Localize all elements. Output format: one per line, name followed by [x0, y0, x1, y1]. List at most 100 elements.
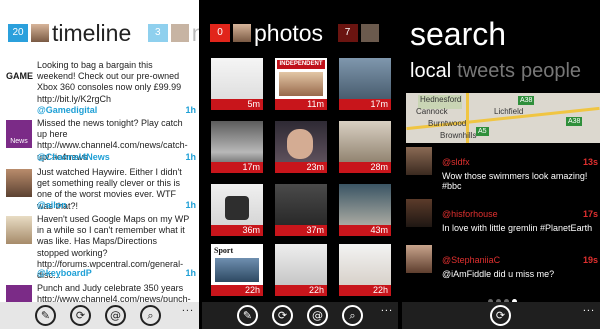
result-time: 17s — [582, 209, 598, 219]
photo-age: 17m — [211, 162, 263, 173]
photo-age: 22h — [275, 285, 327, 296]
local-map[interactable]: Hednesford Cannock Lichfield Burntwood B… — [406, 93, 600, 143]
timeline-header: 20 timeline 3 me — [8, 20, 199, 46]
photos-screen: 0 photos 7 5m INDEPENDENT 11m 17m 17m 23m… — [202, 0, 398, 329]
photo-tile[interactable]: 17m — [211, 121, 263, 173]
app-bar: ✎ ⟳ @ ⌕ ... — [0, 302, 199, 329]
result-user[interactable]: @sldfx — [442, 157, 470, 167]
result-time: 13s — [582, 157, 598, 167]
photo-tile[interactable]: 5m — [211, 58, 263, 110]
tweet-item[interactable]: Just watched Haywire. Either I didn't ge… — [6, 167, 198, 213]
result-user[interactable]: @StephaniiaC — [442, 255, 500, 265]
tweet-item[interactable]: Punch and Judy celebrate 350 years http:… — [6, 283, 198, 313]
me-count-badge: 3 — [147, 24, 168, 42]
road-badge: A5 — [476, 127, 489, 136]
photo-age: 22h — [339, 285, 391, 296]
photo-age: 5m — [211, 99, 263, 110]
tweet-user[interactable]: @keyboardP — [37, 268, 92, 278]
search-button[interactable]: ⌕ — [140, 305, 161, 326]
photo-age: 43m — [339, 225, 391, 236]
more-button[interactable]: ... — [583, 303, 595, 314]
result-text: In love with little gremlin #PlanetEarth — [442, 223, 593, 233]
tweet-time: 1h — [185, 268, 196, 278]
search-title: search — [410, 16, 507, 52]
tweet-item[interactable]: GAME Looking to bag a bargain this weeke… — [6, 60, 198, 115]
photo-age: 23m — [275, 162, 327, 173]
tweet-user[interactable]: @Gamedigital — [37, 105, 97, 115]
photo-tile[interactable]: 22h — [275, 244, 327, 296]
thumb-logo — [225, 196, 249, 220]
tweet-time: 1h — [185, 200, 196, 210]
ailon-avatar — [6, 169, 32, 197]
app-bar: ✎ ⟳ @ ⌕ ... — [202, 302, 398, 329]
channel4-news-avatar: News — [6, 120, 32, 148]
tweet-item[interactable]: News Missed the news tonight? Play catch… — [6, 118, 198, 166]
timeline-count-badge: 20 — [8, 24, 28, 42]
compose-button[interactable]: ✎ — [237, 305, 258, 326]
tweet-text: Looking to bag a bargain this weekend! C… — [37, 60, 182, 104]
photos-header: 0 photos 7 — [210, 20, 382, 46]
timeline-screen: 20 timeline 3 me GAME Looking to bag a bar… — [0, 0, 199, 329]
result-text: @iAmFiddle did u miss me? — [442, 269, 555, 279]
search-button[interactable]: ⌕ — [342, 305, 363, 326]
search-result[interactable]: @sldfx 13s Wow those swimmers look amazi… — [406, 147, 600, 192]
result-user[interactable]: @hisforhouse — [442, 209, 498, 219]
map-place-label: Brownhills — [440, 131, 477, 140]
compose-button[interactable]: ✎ — [35, 305, 56, 326]
refresh-button[interactable]: ⟳ — [490, 305, 511, 326]
newspaper-photo — [215, 258, 259, 282]
photo-tile[interactable]: 23m — [275, 121, 327, 173]
map-place-label: Cannock — [416, 107, 448, 116]
photos-title[interactable]: photos — [254, 20, 323, 46]
road-badge: A38 — [566, 117, 583, 126]
mention-button[interactable]: @ — [307, 305, 328, 326]
map-place-label: Burntwood — [428, 119, 467, 128]
map-place-label: Lichfield — [494, 107, 524, 116]
photo-age: 37m — [275, 225, 327, 236]
keyboardp-avatar — [6, 216, 32, 244]
photo-age: 22h — [211, 285, 263, 296]
refresh-button[interactable]: ⟳ — [70, 305, 91, 326]
game-logo-avatar: GAME — [6, 62, 33, 90]
more-button[interactable]: ... — [182, 303, 194, 314]
tab-people[interactable]: people — [521, 60, 581, 82]
newspaper-masthead: Sport — [214, 246, 234, 255]
photo-age: 11m — [275, 99, 327, 110]
newspaper-photo — [279, 72, 323, 96]
photo-age: 28m — [339, 162, 391, 173]
photo-tile[interactable]: 22h — [339, 244, 391, 296]
tweet-user[interactable]: @Channel4News — [37, 152, 110, 162]
app-bar: ⟳ ... — [402, 302, 600, 329]
photo-tile[interactable]: Sport 22h — [211, 244, 263, 296]
tab-me[interactable]: me — [192, 20, 199, 46]
road-badge: A38 — [518, 96, 535, 105]
more-button[interactable]: ... — [381, 303, 393, 314]
me-avatar — [170, 24, 189, 42]
photo-tile[interactable]: 17m — [339, 58, 391, 110]
tweet-item[interactable]: Haven't used Google Maps on my WP in a w… — [6, 214, 198, 280]
timeline-title[interactable]: timeline — [52, 20, 131, 46]
mention-button[interactable]: @ — [105, 305, 126, 326]
search-screen: search local tweets people Hednesford Cann… — [402, 0, 600, 329]
next-avatar — [360, 24, 379, 42]
photo-age: 17m — [339, 99, 391, 110]
tweet-user[interactable]: @ailon — [37, 200, 67, 210]
search-result[interactable]: @hisforhouse 17s In love with little gre… — [406, 199, 600, 244]
photo-age: 36m — [211, 225, 263, 236]
photo-tile[interactable]: 37m — [275, 184, 327, 236]
search-tabs: local tweets people — [410, 60, 587, 83]
tab-local[interactable]: local — [410, 60, 451, 82]
hisforhouse-avatar — [406, 199, 432, 227]
next-count-badge: 7 — [337, 24, 358, 42]
photo-tile[interactable]: 43m — [339, 184, 391, 236]
photo-tile[interactable]: 28m — [339, 121, 391, 173]
portrait-face — [287, 129, 313, 159]
photos-count-badge: 0 — [210, 24, 230, 42]
result-time: 19s — [582, 255, 598, 265]
refresh-button[interactable]: ⟳ — [272, 305, 293, 326]
search-result[interactable]: @StephaniiaC 19s @iAmFiddle did u miss m… — [406, 245, 600, 290]
photo-tile[interactable]: 36m — [211, 184, 263, 236]
photo-tile[interactable]: INDEPENDENT 11m — [275, 58, 327, 110]
tab-tweets[interactable]: tweets — [457, 60, 515, 82]
newspaper-masthead: INDEPENDENT — [277, 60, 325, 69]
